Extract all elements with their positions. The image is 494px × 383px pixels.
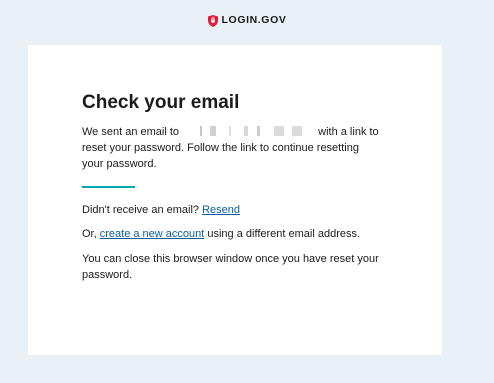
or-suffix: using a different email address.: [207, 228, 361, 240]
shield-icon: [207, 14, 218, 27]
email-sent-message: We sent an email to with a link to reset…: [82, 124, 382, 172]
resend-prompt: Didn't receive an email?: [82, 204, 200, 216]
close-window-message: You can close this browser window once y…: [82, 253, 379, 281]
resend-link[interactable]: Resend: [202, 204, 240, 216]
brand-logo-text: LOGIN.GOV: [221, 14, 287, 26]
create-account-link[interactable]: create a new account: [100, 228, 205, 240]
create-account-row: Or, create a new account using a differe…: [82, 226, 388, 242]
or-prefix: Or,: [82, 228, 97, 240]
redacted-email: [182, 126, 316, 136]
section-divider: [82, 186, 135, 188]
message-prefix: We sent an email to: [82, 126, 180, 138]
resend-row: Didn't receive an email? Resend: [82, 202, 388, 218]
top-header: LOGIN.GOV: [0, 10, 494, 30]
content-card: Check your email We sent an email to wit…: [28, 45, 442, 355]
page-title: Check your email: [82, 92, 240, 113]
